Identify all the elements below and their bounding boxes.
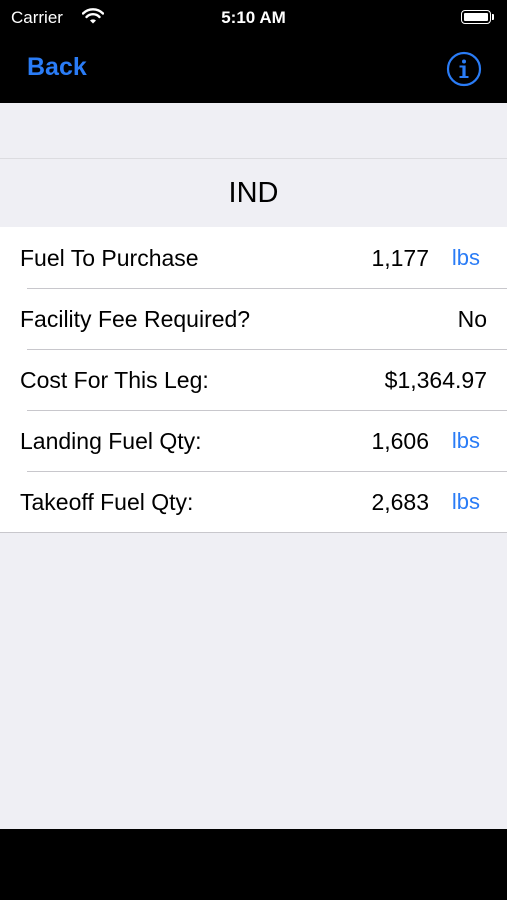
navigation-bar: Back (0, 36, 507, 103)
table-row-cost-for-leg: Cost For This Leg: $1,364.97 (0, 349, 507, 410)
info-circle-icon[interactable] (446, 51, 482, 87)
back-button[interactable]: Back (27, 53, 87, 82)
table-row-facility-fee: Facility Fee Required? No (0, 288, 507, 349)
row-value: 2,683 (371, 489, 429, 515)
row-label: Facility Fee Required? (20, 306, 251, 332)
section-header: IND (0, 158, 507, 227)
row-value: 1,177 (371, 245, 429, 271)
row-value: No (457, 306, 487, 332)
clock: 5:10 AM (221, 8, 286, 27)
battery-icon (461, 10, 495, 24)
unit-link[interactable]: lbs (452, 489, 480, 515)
row-value: 1,606 (371, 428, 429, 454)
bottom-bar (0, 829, 507, 900)
status-bar: Carrier 5:10 AM (0, 0, 507, 36)
table-row-takeoff-fuel: Takeoff Fuel Qty: 2,683 lbs (0, 471, 507, 532)
table-row-fuel-to-purchase: Fuel To Purchase 1,177 lbs (0, 227, 507, 288)
unit-link[interactable]: lbs (452, 245, 480, 271)
row-label: Takeoff Fuel Qty: (20, 489, 194, 515)
row-label: Cost For This Leg: (20, 367, 209, 393)
row-value: $1,364.97 (384, 367, 487, 393)
unit-link[interactable]: lbs (452, 428, 480, 454)
row-label: Fuel To Purchase (20, 245, 199, 271)
row-label: Landing Fuel Qty: (20, 428, 202, 454)
table-row-landing-fuel: Landing Fuel Qty: 1,606 lbs (0, 410, 507, 471)
fuel-details-table: Fuel To Purchase 1,177 lbs Facility Fee … (0, 227, 507, 533)
